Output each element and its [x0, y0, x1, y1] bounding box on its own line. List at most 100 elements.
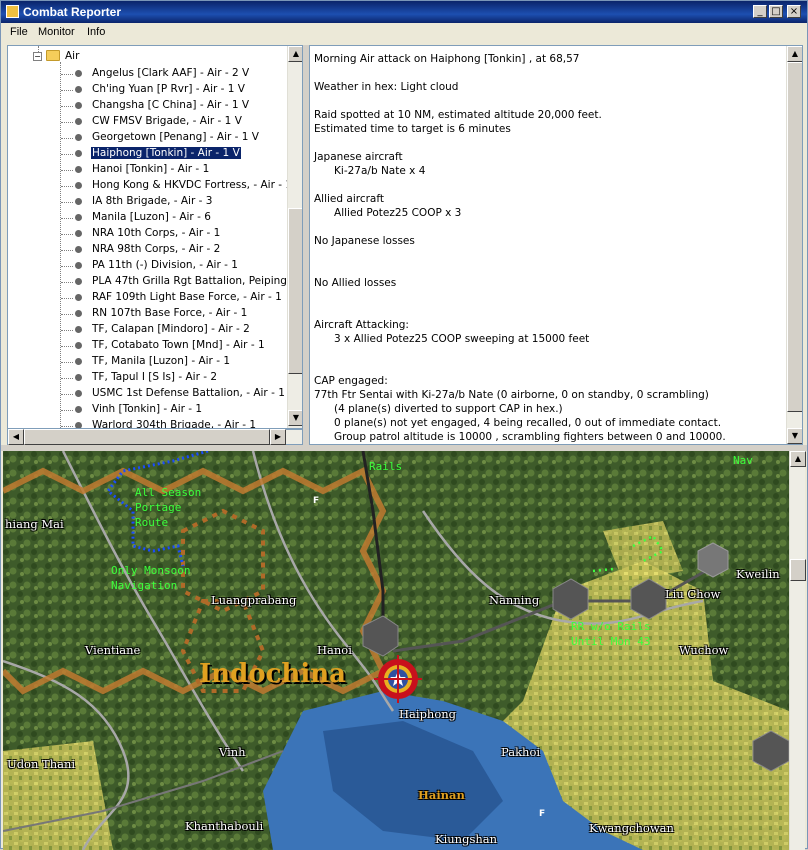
- leaf-bullet-icon: [75, 86, 82, 93]
- tree-item-label[interactable]: TF, Tapul I [S Is] - Air - 2: [91, 371, 218, 383]
- map-view[interactable]: hiang Mai Luangprabang Vientiane Hanoi H…: [3, 451, 789, 850]
- scroll-right-icon[interactable]: ▶: [270, 429, 286, 445]
- tree-item-label[interactable]: TF, Cotabato Town [Mnd] - Air - 1: [91, 339, 266, 351]
- scroll-thumb[interactable]: [787, 62, 802, 412]
- tree-item[interactable]: Hong Kong & HKVDC Fortress, - Air - 1: [8, 178, 288, 194]
- tree-connector: [61, 250, 73, 251]
- leaf-bullet-icon: [75, 166, 82, 173]
- tree-item-label[interactable]: Ch'ing Yuan [P Rvr] - Air - 1 V: [91, 83, 246, 95]
- scroll-thumb[interactable]: [790, 559, 806, 581]
- tree-item-label[interactable]: Vinh [Tonkin] - Air - 1: [91, 403, 203, 415]
- scroll-left-icon[interactable]: ◀: [8, 429, 24, 445]
- tree-item[interactable]: Warlord 304th Brigade, - Air - 1: [8, 418, 288, 428]
- collapse-toggle-icon[interactable]: −: [33, 52, 42, 61]
- hscroll-thumb[interactable]: [24, 429, 270, 445]
- tree-item-label[interactable]: NRA 10th Corps, - Air - 1: [91, 227, 221, 239]
- tree-item-label[interactable]: Warlord 304th Brigade, - Air - 1: [91, 419, 257, 428]
- minimize-button[interactable]: _: [753, 5, 767, 18]
- tree-item-label[interactable]: Hanoi [Tonkin] - Air - 1: [91, 163, 210, 175]
- tree-item-label[interactable]: PLA 47th Grilla Rgt Battalion, Peiping […: [91, 275, 288, 287]
- tree-item-label[interactable]: TF, Calapan [Mindoro] - Air - 2: [91, 323, 251, 335]
- tree-item[interactable]: Angelus [Clark AAF] - Air - 2 V: [8, 66, 288, 82]
- tree-item[interactable]: TF, Calapan [Mindoro] - Air - 2: [8, 322, 288, 338]
- scroll-down-icon[interactable]: ▼: [288, 410, 302, 426]
- window-title: Combat Reporter: [23, 5, 122, 19]
- tree-connector: [61, 298, 73, 299]
- tree-item-label[interactable]: USMC 1st Defense Battalion, - Air - 1: [91, 387, 286, 399]
- leaf-bullet-icon: [75, 358, 82, 365]
- map-note-portage: All Season Portage Route: [135, 486, 202, 529]
- menu-monitor[interactable]: Monitor: [38, 26, 75, 38]
- leaf-bullet-icon: [75, 326, 82, 333]
- map-label-pakhoi: Pakhoi: [501, 745, 541, 759]
- tree-item[interactable]: Changsha [C China] - Air - 1 V: [8, 98, 288, 114]
- tree-item[interactable]: NRA 10th Corps, - Air - 1: [8, 226, 288, 242]
- map-note-rails: Rails: [369, 460, 403, 473]
- tree-item[interactable]: CW FMSV Brigade, - Air - 1 V: [8, 114, 288, 130]
- tree-item[interactable]: USMC 1st Defense Battalion, - Air - 1: [8, 386, 288, 402]
- tree-hscrollbar[interactable]: ◀ ▶: [7, 429, 303, 445]
- menu-file[interactable]: File: [10, 26, 28, 38]
- map-label-vinh: Vinh: [219, 745, 246, 759]
- maximize-button[interactable]: □: [769, 5, 783, 18]
- tree-item-label[interactable]: RAF 109th Light Base Force, - Air - 1: [91, 291, 283, 303]
- tree-item-label[interactable]: Hong Kong & HKVDC Fortress, - Air - 1: [91, 179, 288, 191]
- tree-item-label[interactable]: Angelus [Clark AAF] - Air - 2 V: [91, 67, 250, 79]
- scroll-up-icon[interactable]: ▲: [288, 46, 302, 62]
- tree-item-label[interactable]: NRA 98th Corps, - Air - 2: [91, 243, 221, 255]
- tree-connector: [61, 186, 73, 187]
- tree-item[interactable]: Ch'ing Yuan [P Rvr] - Air - 1 V: [8, 82, 288, 98]
- combat-tree-panel: − Air Angelus [Clark AAF] - Air - 2 V Ch'…: [7, 45, 303, 429]
- tree-item[interactable]: PLA 47th Grilla Rgt Battalion, Peiping […: [8, 274, 288, 290]
- tree-connector: [61, 314, 73, 315]
- leaf-bullet-icon: [75, 214, 82, 221]
- map-note-nav: Nav: [733, 454, 753, 467]
- scroll-thumb[interactable]: [288, 208, 302, 374]
- leaf-bullet-icon: [75, 294, 82, 301]
- map-label-hainan: Hainan: [418, 788, 465, 802]
- report-line: Ki-27a/b Nate x 4: [314, 165, 426, 177]
- tree-item[interactable]: Haiphong [Tonkin] - Air - 1 V: [8, 146, 288, 162]
- tree-item[interactable]: Hanoi [Tonkin] - Air - 1: [8, 162, 288, 178]
- tree-item-label[interactable]: TF, Manila [Luzon] - Air - 1: [91, 355, 231, 367]
- leaf-bullet-icon: [75, 102, 82, 109]
- title-bar[interactable]: Combat Reporter _ □ ×: [1, 1, 807, 23]
- close-button[interactable]: ×: [787, 5, 801, 18]
- tree-item-label[interactable]: RN 107th Base Force, - Air - 1: [91, 307, 248, 319]
- tree-connector: [61, 234, 73, 235]
- scroll-up-icon[interactable]: ▲: [787, 46, 802, 62]
- map-scrollbar[interactable]: ▲: [789, 451, 806, 850]
- tree-item-label[interactable]: Haiphong [Tonkin] - Air - 1 V: [90, 146, 242, 160]
- tree-connector: [61, 74, 73, 75]
- tree-item[interactable]: Manila [Luzon] - Air - 6: [8, 210, 288, 226]
- tree-item-label[interactable]: Manila [Luzon] - Air - 6: [91, 211, 212, 223]
- tree-item[interactable]: TF, Tapul I [S Is] - Air - 2: [8, 370, 288, 386]
- tree-item[interactable]: NRA 98th Corps, - Air - 2: [8, 242, 288, 258]
- tree-scrollbar[interactable]: ▲ ▼: [287, 46, 302, 428]
- tree-connector: [61, 282, 73, 283]
- tree-item[interactable]: TF, Cotabato Town [Mnd] - Air - 1: [8, 338, 288, 354]
- tree-item-label[interactable]: CW FMSV Brigade, - Air - 1 V: [91, 115, 243, 127]
- tree-item[interactable]: PA 11th (-) Division, - Air - 1: [8, 258, 288, 274]
- scroll-down-icon[interactable]: ▼: [787, 428, 802, 444]
- tree-connector: [61, 122, 73, 123]
- leaf-bullet-icon: [75, 406, 82, 413]
- tree-root-label[interactable]: Air: [65, 50, 79, 62]
- leaf-bullet-icon: [75, 150, 82, 157]
- tree-item[interactable]: Georgetown [Penang] - Air - 1 V: [8, 130, 288, 146]
- tree-item-label[interactable]: Georgetown [Penang] - Air - 1 V: [91, 131, 260, 143]
- map-label-haiphong: Haiphong: [399, 707, 457, 721]
- tree-item-label[interactable]: PA 11th (-) Division, - Air - 1: [91, 259, 239, 271]
- report-scrollbar[interactable]: ▲ ▼: [786, 46, 802, 444]
- tree-item-label[interactable]: Changsha [C China] - Air - 1 V: [91, 99, 250, 111]
- tree-connector: [61, 426, 73, 427]
- tree-item[interactable]: TF, Manila [Luzon] - Air - 1: [8, 354, 288, 370]
- tree-item[interactable]: IA 8th Brigade, - Air - 3: [8, 194, 288, 210]
- tree-item[interactable]: RAF 109th Light Base Force, - Air - 1: [8, 290, 288, 306]
- report-line: Group patrol altitude is 10000 , scrambl…: [314, 431, 726, 443]
- menu-info[interactable]: Info: [87, 26, 105, 38]
- tree-item[interactable]: RN 107th Base Force, - Air - 1: [8, 306, 288, 322]
- scroll-up-icon[interactable]: ▲: [790, 451, 806, 467]
- tree-item[interactable]: Vinh [Tonkin] - Air - 1: [8, 402, 288, 418]
- tree-item-label[interactable]: IA 8th Brigade, - Air - 3: [91, 195, 213, 207]
